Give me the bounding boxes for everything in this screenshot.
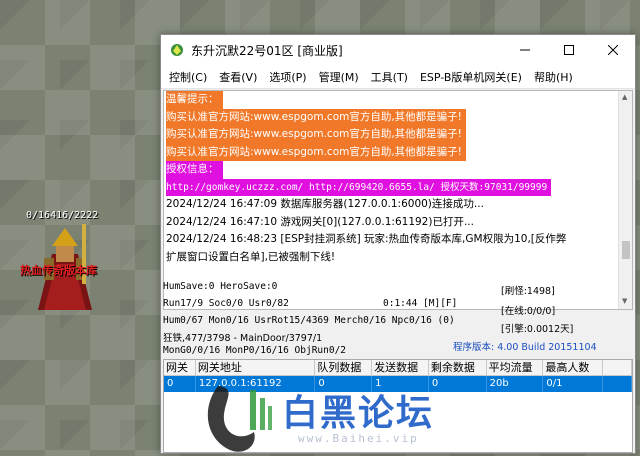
- log-line: 购买认准官方网站:www.espgom.com官方自助,其他都是骗子!: [164, 108, 632, 126]
- column-header[interactable]: 发送数据: [372, 360, 429, 375]
- stat-kuang: 狂铁,477/3798 - MainDoor/3797/1: [163, 333, 323, 344]
- close-button[interactable]: [591, 35, 635, 65]
- watermark-text: 白黑论坛: [282, 393, 435, 434]
- scrollbar-thumb[interactable]: [622, 241, 630, 259]
- log-text: 2024/12/24 16:47:09 数据库服务器(127.0.0.1:600…: [166, 198, 484, 210]
- log-text: http://gomkey.uczzz.com/ http://699420.6…: [166, 178, 552, 196]
- menu-esp-gateway[interactable]: ESP-B版单机网关(E): [414, 69, 528, 85]
- column-header[interactable]: 平均流量: [487, 360, 544, 375]
- npc-name-label: 热血传奇版本库: [20, 264, 97, 277]
- log-line: http://gomkey.uczzz.com/ http://699420.6…: [164, 178, 632, 196]
- log-text: 扩展窗口设置白名单],已被强制下线!: [166, 250, 336, 263]
- stat-refresh: [刷怪:1498]: [501, 286, 555, 297]
- title-bar[interactable]: 东升沉默22号01区 [商业版]: [161, 35, 635, 65]
- log-line: 购买认准官方网站:www.espgom.com官方自助,其他都是骗子!: [164, 143, 632, 161]
- menu-control[interactable]: 控制(C): [163, 69, 213, 85]
- table-cell: 0: [164, 376, 196, 392]
- stat-time: 0:1:44 [M][F]: [383, 298, 458, 309]
- watermark-url: www.Baihei.vip: [298, 432, 419, 445]
- menu-options[interactable]: 选项(P): [263, 69, 312, 85]
- column-header[interactable]: [603, 360, 632, 375]
- log-line: 2024/12/24 16:47:09 数据库服务器(127.0.0.1:600…: [164, 196, 632, 214]
- log-text: 2024/12/24 16:47:10 游戏网关[0](127.0.0.1:61…: [166, 215, 474, 228]
- log-text: 温馨提示：: [166, 91, 223, 109]
- menu-help[interactable]: 帮助(H): [528, 69, 579, 85]
- menu-bar: 控制(C) 查看(V) 选项(P) 管理(M) 工具(T) ESP-B版单机网关…: [161, 65, 635, 89]
- log-text: 购买认准官方网站:www.espgom.com官方自助,其他都是骗子!: [166, 126, 466, 144]
- log-text: 授权信息：: [166, 161, 223, 179]
- column-header[interactable]: 最高人数: [543, 360, 604, 375]
- maximize-button[interactable]: [547, 35, 591, 65]
- npc-hp-label: 0/16416/2222: [26, 210, 99, 221]
- program-version: 程序版本: 4.00 Build 20151104: [453, 342, 597, 353]
- log-line: 2024/12/24 16:47:10 游戏网关[0](127.0.0.1:61…: [164, 214, 632, 232]
- stat-humsave: HumSave:0 HeroSave:0: [163, 281, 278, 292]
- log-line: 扩展窗口设置白名单],已被强制下线!: [164, 249, 632, 267]
- log-line: 授权信息：: [164, 161, 632, 179]
- menu-manage[interactable]: 管理(M): [313, 69, 365, 85]
- log-line: 购买认准官方网站:www.espgom.com官方自助,其他都是骗子!: [164, 126, 632, 144]
- stat-mongo: MonG0/0/16 MonP0/16/16 ObjRun0/2: [163, 345, 347, 356]
- table-cell: [603, 376, 632, 392]
- log-text: 购买认准官方网站:www.espgom.com官方自助,其他都是骗子!: [166, 143, 466, 161]
- menu-view[interactable]: 查看(V): [213, 69, 263, 85]
- table-cell: 0: [429, 376, 487, 392]
- table-header: 网关 网关地址 队列数据 发送数据 剩余数据 平均流量 最高人数: [164, 360, 632, 376]
- maximize-icon: [564, 45, 574, 55]
- stats-panel: HumSave:0 HeroSave:0 Run17/9 Soc0/0 Usr0…: [161, 277, 635, 357]
- minimize-icon: [520, 49, 530, 51]
- stat-run: Run17/9 Soc0/0 Usr0/82: [163, 298, 289, 309]
- table-cell: 0/1: [543, 376, 604, 392]
- app-icon: [171, 44, 183, 56]
- scroll-up-icon[interactable]: ▲: [622, 93, 627, 101]
- stat-engine: [引擎:0.0012天]: [501, 324, 574, 335]
- stat-online: [在线:0/0/0]: [501, 306, 556, 317]
- column-header[interactable]: 网关地址: [196, 360, 316, 375]
- column-header[interactable]: 网关: [164, 360, 196, 375]
- minimize-button[interactable]: [503, 35, 547, 65]
- log-text: 购买认准官方网站:www.espgom.com官方自助,其他都是骗子!: [166, 108, 466, 126]
- menu-tools[interactable]: 工具(T): [365, 69, 414, 85]
- column-header[interactable]: 剩余数据: [429, 360, 487, 375]
- column-header[interactable]: 队列数据: [315, 360, 373, 375]
- close-icon: [608, 45, 618, 55]
- log-text: 2024/12/24 16:48:23 [ESP封挂洞系统] 玩家:热血传奇版本…: [166, 233, 567, 245]
- log-line: 2024/12/24 16:48:23 [ESP封挂洞系统] 玩家:热血传奇版本…: [164, 231, 632, 249]
- log-line: 温馨提示：: [164, 91, 632, 109]
- window-title: 东升沉默22号01区 [商业版]: [191, 43, 343, 58]
- stat-hum: Hum0/67 Mon0/16 UsrRot15/4369 Merch0/16 …: [163, 315, 455, 326]
- table-cell: 20b: [487, 376, 544, 392]
